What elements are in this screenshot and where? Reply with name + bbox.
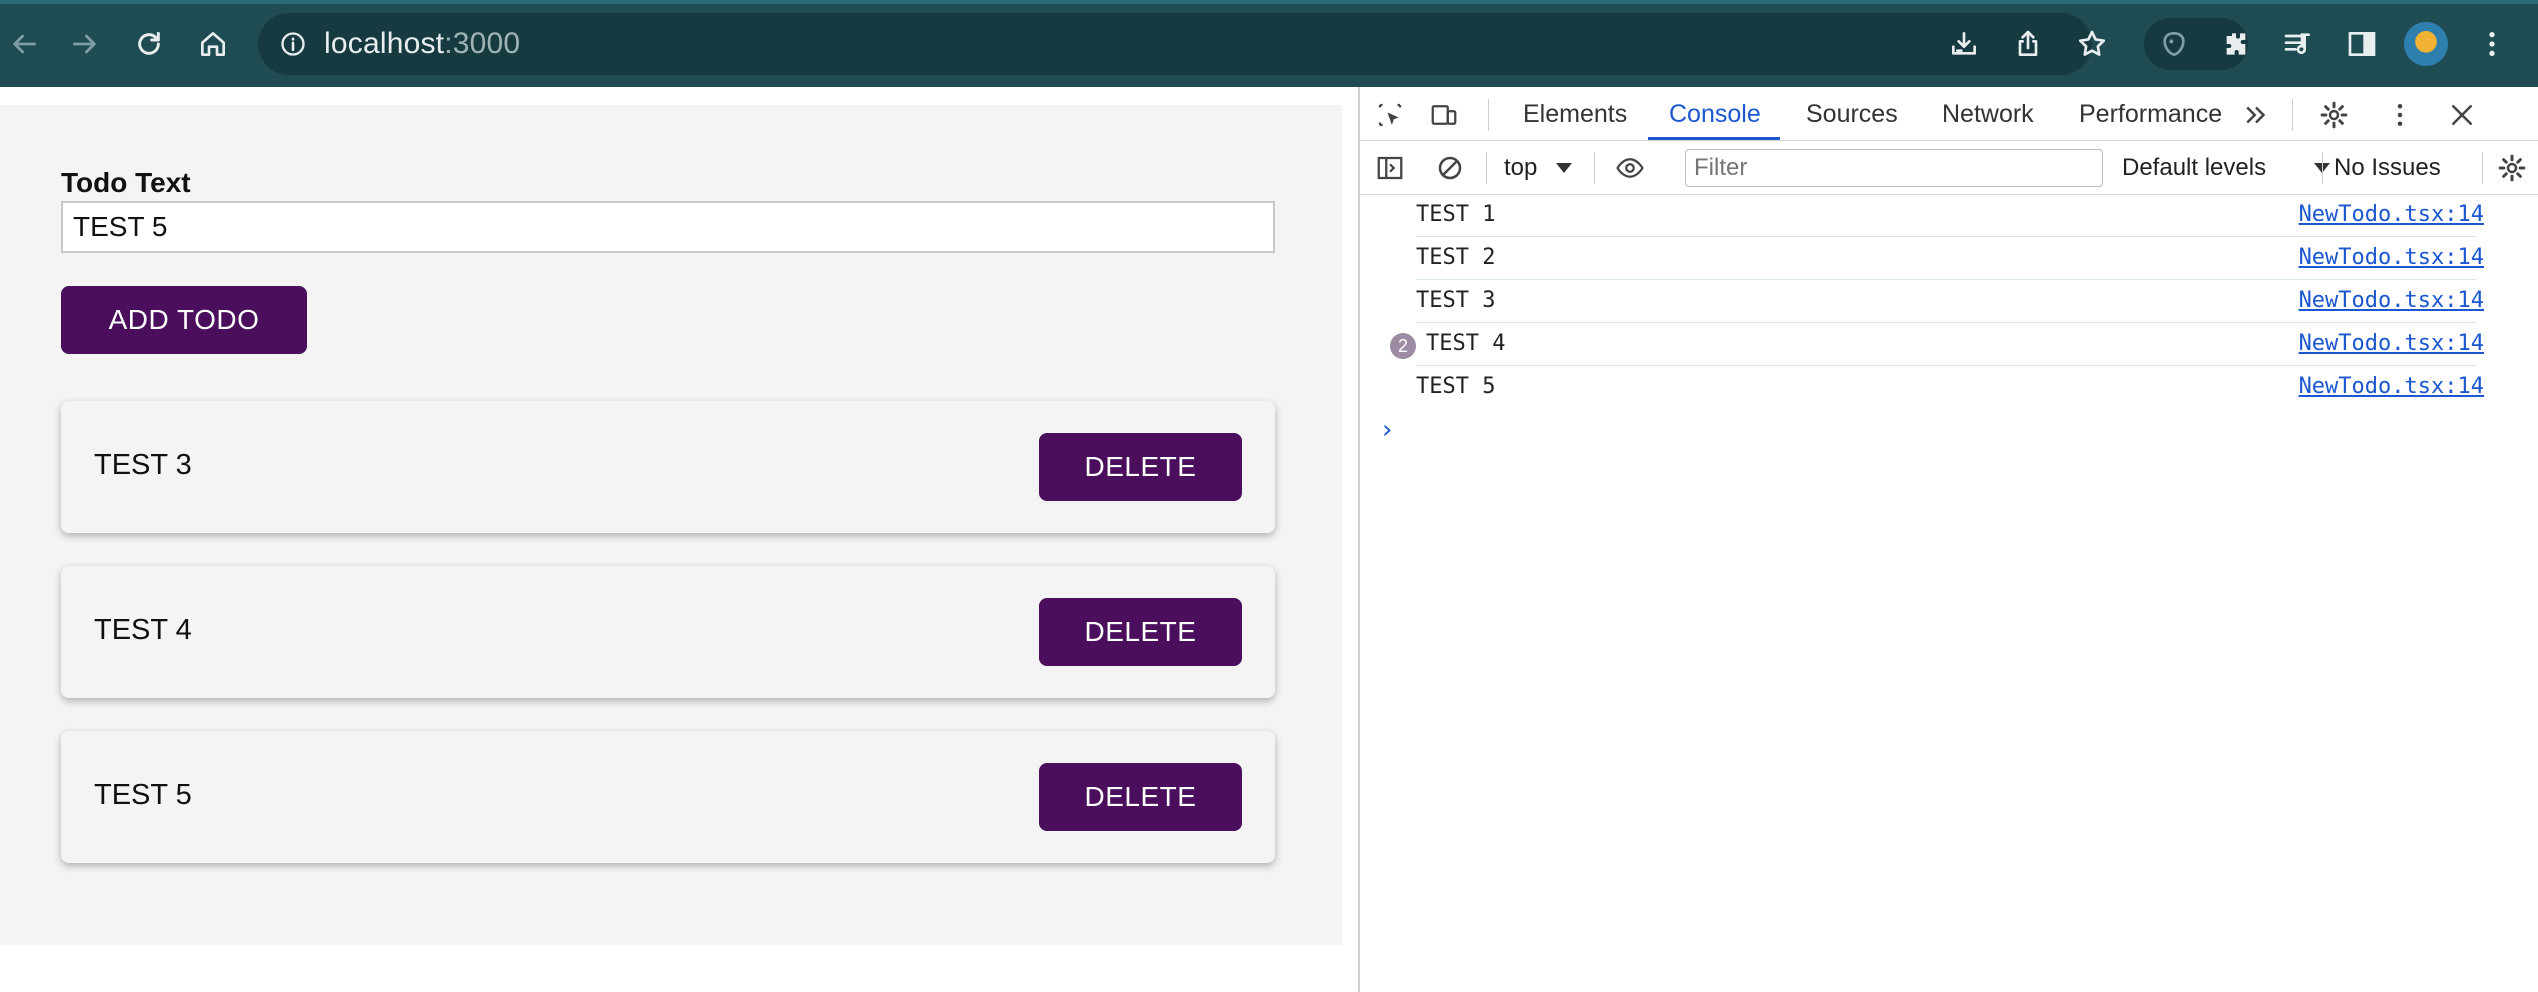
add-todo-button[interactable]: ADD TODO bbox=[61, 286, 307, 354]
divider bbox=[2482, 152, 2483, 184]
delete-button[interactable]: DELETE bbox=[1039, 433, 1242, 501]
source-link[interactable]: NewTodo.tsx:14 bbox=[2299, 331, 2484, 356]
context-selector[interactable]: top bbox=[1504, 149, 1537, 187]
console-message: TEST 1 NewTodo.tsx:14 bbox=[1416, 195, 2484, 237]
download-icon[interactable] bbox=[1942, 22, 1986, 66]
todo-item: TEST 4 DELETE bbox=[61, 566, 1275, 698]
url-host: localhost bbox=[324, 27, 445, 60]
live-expression-eye-icon[interactable] bbox=[1612, 150, 1648, 186]
forward-icon[interactable] bbox=[63, 22, 107, 66]
console-message-text: TEST 4 bbox=[1426, 331, 1506, 356]
browser-toolbar: localhost:3000 bbox=[0, 0, 2538, 87]
console-message-text: TEST 1 bbox=[1416, 202, 1496, 227]
url-text: localhost:3000 bbox=[324, 27, 520, 61]
active-tab-indicator bbox=[1648, 137, 1780, 140]
media-queue-icon[interactable] bbox=[2276, 22, 2320, 66]
source-link[interactable]: NewTodo.tsx:14 bbox=[2299, 202, 2484, 227]
todo-item: TEST 5 DELETE bbox=[61, 731, 1275, 863]
close-icon[interactable] bbox=[2444, 97, 2480, 133]
share-icon[interactable] bbox=[2006, 22, 2050, 66]
console-settings-gear-icon[interactable] bbox=[2494, 150, 2530, 186]
reload-icon[interactable] bbox=[127, 22, 171, 66]
tab-elements[interactable]: Elements bbox=[1523, 87, 1627, 141]
todo-text-label: Todo Text bbox=[61, 167, 191, 198]
console-message: 2 TEST 4 NewTodo.tsx:14 bbox=[1390, 324, 2484, 366]
source-link[interactable]: NewTodo.tsx:14 bbox=[2299, 245, 2484, 270]
devtools-tab-bar: Elements Console Sources Network Perform… bbox=[1360, 87, 2538, 141]
chevron-down-icon bbox=[1556, 163, 1572, 173]
todo-item-text: TEST 4 bbox=[94, 614, 192, 646]
console-message-text: TEST 2 bbox=[1416, 245, 1496, 270]
divider bbox=[1486, 152, 1487, 184]
address-bar[interactable]: localhost:3000 bbox=[258, 13, 2092, 75]
source-link[interactable]: NewTodo.tsx:14 bbox=[2299, 374, 2484, 399]
console-message: TEST 5 NewTodo.tsx:14 bbox=[1416, 367, 2484, 409]
todo-item-text: TEST 5 bbox=[94, 779, 192, 811]
console-toolbar: top Default levels No Issues bbox=[1360, 141, 2538, 195]
console-filter-input[interactable] bbox=[1685, 149, 2103, 187]
tab-console[interactable]: Console bbox=[1669, 87, 1761, 141]
console-message-text: TEST 5 bbox=[1416, 374, 1496, 399]
inspect-element-icon[interactable] bbox=[1372, 97, 1408, 133]
todo-item-text: TEST 3 bbox=[94, 449, 192, 481]
console-message: TEST 3 NewTodo.tsx:14 bbox=[1416, 281, 2484, 323]
clear-console-icon[interactable] bbox=[1432, 150, 1468, 186]
kebab-menu-icon[interactable] bbox=[2470, 22, 2514, 66]
settings-gear-icon[interactable] bbox=[2316, 97, 2352, 133]
todo-item: TEST 3 DELETE bbox=[61, 401, 1275, 533]
devtools-panel: Elements Console Sources Network Perform… bbox=[1358, 87, 2538, 992]
more-tabs-icon[interactable] bbox=[2238, 97, 2274, 133]
todo-text-input[interactable] bbox=[61, 201, 1275, 253]
tab-performance[interactable]: Performance bbox=[2079, 87, 2222, 141]
side-panel-icon[interactable] bbox=[2340, 22, 2384, 66]
divider bbox=[1594, 152, 1595, 184]
log-levels-dropdown[interactable]: Default levels bbox=[2122, 149, 2266, 187]
repeat-count-badge: 2 bbox=[1390, 333, 1416, 359]
console-prompt[interactable]: › bbox=[1382, 415, 1392, 445]
divider bbox=[2322, 152, 2323, 184]
console-message: TEST 2 NewTodo.tsx:14 bbox=[1416, 238, 2484, 280]
url-port: :3000 bbox=[444, 27, 521, 60]
bookmark-star-icon[interactable] bbox=[2070, 22, 2114, 66]
tab-network[interactable]: Network bbox=[1942, 87, 2034, 141]
source-link[interactable]: NewTodo.tsx:14 bbox=[2299, 288, 2484, 313]
page-viewport: Todo Text ADD TODO TEST 3 DELETE TEST 4 … bbox=[0, 87, 1358, 992]
puzzle-icon[interactable] bbox=[2214, 22, 2258, 66]
profile-avatar[interactable] bbox=[2404, 22, 2448, 66]
delete-button[interactable]: DELETE bbox=[1039, 598, 1242, 666]
devtools-menu-icon[interactable] bbox=[2382, 97, 2418, 133]
tab-sources[interactable]: Sources bbox=[1806, 87, 1898, 141]
sidebar-toggle-icon[interactable] bbox=[1372, 150, 1408, 186]
divider bbox=[1488, 99, 1489, 131]
back-icon[interactable] bbox=[2, 22, 46, 66]
divider bbox=[2292, 99, 2293, 131]
site-info-icon[interactable] bbox=[278, 29, 308, 59]
issues-counter[interactable]: No Issues bbox=[2334, 149, 2441, 187]
console-message-text: TEST 3 bbox=[1416, 288, 1496, 313]
delete-button[interactable]: DELETE bbox=[1039, 763, 1242, 831]
device-toolbar-icon[interactable] bbox=[1426, 97, 1462, 133]
todo-app: Todo Text ADD TODO TEST 3 DELETE TEST 4 … bbox=[0, 105, 1342, 945]
tab-strip-edge bbox=[0, 0, 2538, 4]
home-icon[interactable] bbox=[191, 22, 235, 66]
extension-icon[interactable] bbox=[2152, 22, 2196, 66]
